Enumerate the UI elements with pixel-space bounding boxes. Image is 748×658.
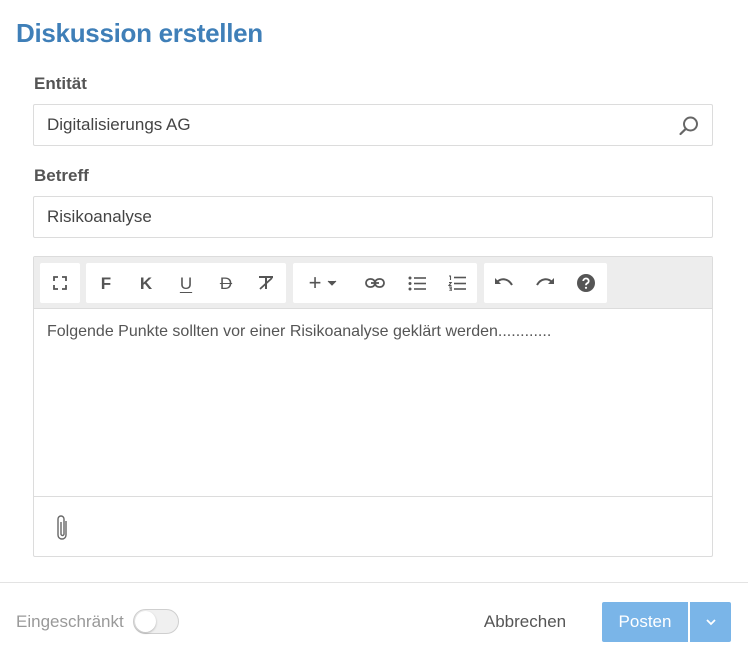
clear-format-button[interactable] — [246, 263, 286, 303]
attachment-bar — [34, 496, 712, 557]
cancel-button[interactable]: Abbrechen — [470, 603, 580, 641]
numbered-list-icon — [448, 275, 466, 291]
toolbar-group-history — [484, 263, 607, 303]
rich-text-editor: F K U D + Folgende Punkte sollten vor ei… — [33, 256, 713, 557]
undo-icon — [495, 278, 513, 286]
editor-toolbar: F K U D + — [34, 257, 712, 309]
entity-input[interactable] — [34, 105, 712, 145]
strikethrough-label: D — [219, 273, 233, 293]
help-button[interactable] — [566, 263, 606, 303]
dialog-footer: Eingeschränkt Abbrechen Posten — [0, 582, 748, 658]
bullet-list-button[interactable] — [397, 263, 437, 303]
post-button[interactable]: Posten — [602, 602, 688, 642]
insert-button[interactable]: + — [295, 263, 351, 303]
insert-label: + — [308, 270, 322, 295]
clear-format-icon — [259, 276, 273, 290]
help-icon — [577, 274, 595, 292]
restricted-label: Eingeschränkt — [16, 612, 124, 631]
restricted-toggle[interactable] — [133, 609, 179, 634]
paperclip-icon[interactable] — [56, 514, 70, 542]
toolbar-group-insert: + — [293, 263, 477, 303]
underline-label: U — [179, 273, 193, 293]
dialog-title: Diskussion erstellen — [16, 18, 263, 48]
subject-input[interactable] — [34, 197, 712, 237]
entity-field[interactable] — [33, 104, 713, 146]
subject-label: Betreff — [34, 166, 89, 185]
italic-label: K — [139, 273, 153, 293]
bold-label: F — [100, 273, 112, 293]
link-icon — [365, 278, 385, 288]
redo-button[interactable] — [525, 263, 565, 303]
link-button[interactable] — [355, 263, 395, 303]
bold-button[interactable]: F — [86, 263, 126, 303]
toolbar-group-format: F K U D — [86, 263, 286, 303]
entity-label: Entität — [34, 74, 87, 93]
redo-icon — [536, 278, 554, 286]
chevron-down-icon — [328, 280, 337, 286]
fullscreen-icon — [53, 276, 67, 290]
strikethrough-button[interactable]: D — [206, 263, 246, 303]
post-options-button[interactable] — [690, 602, 731, 642]
chevron-down-icon — [705, 619, 716, 626]
fullscreen-button[interactable] — [40, 263, 80, 303]
editor-content[interactable]: Folgende Punkte sollten vor einer Risiko… — [34, 309, 712, 496]
bullet-list-icon — [408, 276, 426, 290]
toggle-knob — [135, 611, 156, 632]
subject-field[interactable] — [33, 196, 713, 238]
italic-button[interactable]: K — [126, 263, 166, 303]
toolbar-group-view — [40, 263, 80, 303]
undo-button[interactable] — [484, 263, 524, 303]
search-icon[interactable] — [678, 115, 700, 137]
underline-button[interactable]: U — [166, 263, 206, 303]
numbered-list-button[interactable] — [437, 263, 477, 303]
